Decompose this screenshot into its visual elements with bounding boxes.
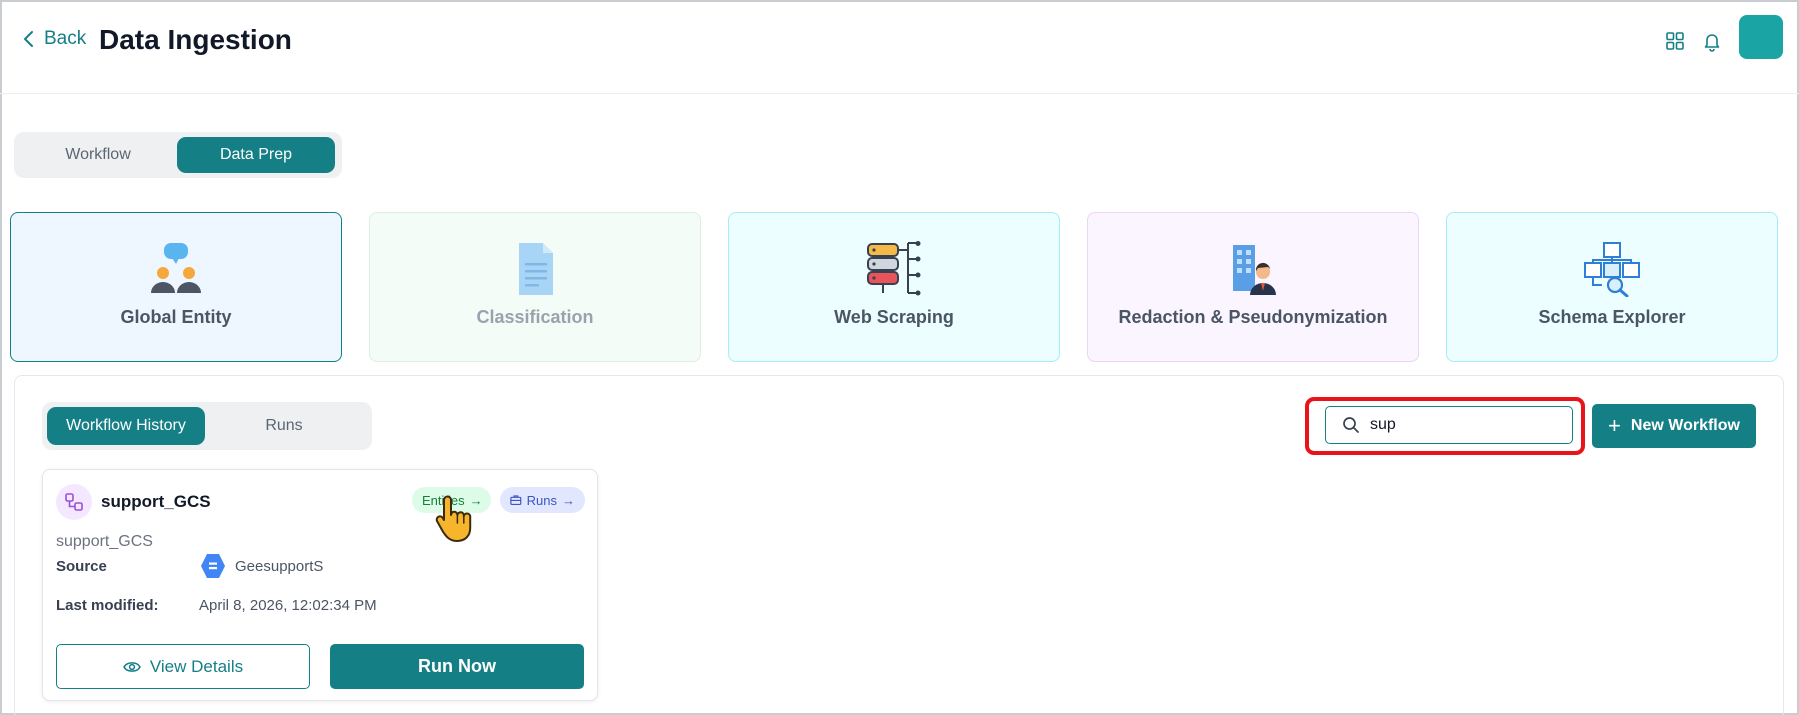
new-workflow-label: New Workflow <box>1630 417 1740 434</box>
source-label: Source <box>56 558 107 575</box>
last-modified-label: Last modified: <box>56 597 159 614</box>
schema-search-icon <box>1584 242 1640 297</box>
eye-icon <box>123 661 141 672</box>
hand-pointer-icon <box>435 495 472 542</box>
tab-runs[interactable]: Runs <box>205 407 363 445</box>
tile-label: Global Entity <box>120 307 232 327</box>
source-value: GeesupportS <box>235 558 324 575</box>
last-modified-value: April 8, 2026, 12:02:34 PM <box>199 597 377 614</box>
people-chat-icon <box>151 243 201 293</box>
tab-data-prep[interactable]: Data Prep <box>177 137 335 173</box>
new-workflow-button[interactable]: + New Workflow <box>1592 404 1756 448</box>
arrow-right-icon: → <box>562 492 575 508</box>
tile-label: Redaction & Pseudonymization <box>1118 307 1388 327</box>
tile-web-scraping[interactable]: Web Scraping <box>728 212 1060 362</box>
chevron-left-icon <box>24 31 33 47</box>
search-icon <box>1343 417 1359 433</box>
mode-toggle: Workflow Data Prep <box>14 132 342 178</box>
database-network-icon <box>867 241 921 296</box>
history-toggle: Workflow History Runs <box>42 402 372 450</box>
bell-icon[interactable] <box>1701 30 1723 52</box>
document-icon <box>519 243 553 295</box>
page-title: Data Ingestion <box>99 24 292 55</box>
run-now-button[interactable]: Run Now <box>330 644 584 689</box>
tile-label: Schema Explorer <box>1538 307 1686 327</box>
run-now-label: Run Now <box>418 656 496 676</box>
workflow-icon <box>56 484 92 520</box>
plus-icon: + <box>1608 413 1621 438</box>
briefcase-icon <box>510 495 522 506</box>
tile-label: Web Scraping <box>834 307 954 327</box>
back-button[interactable]: Back <box>22 28 86 50</box>
tile-classification[interactable]: Classification <box>369 212 701 362</box>
tile-redaction-pseudonymization[interactable]: Redaction & Pseudonymization <box>1087 212 1419 362</box>
view-details-button[interactable]: View Details <box>56 644 310 689</box>
workflow-description: support_GCS <box>56 533 153 550</box>
tile-global-entity[interactable]: Global Entity <box>10 212 342 362</box>
avatar[interactable] <box>1739 15 1783 59</box>
runs-chip[interactable]: Runs → <box>500 487 585 513</box>
tab-workflow-history[interactable]: Workflow History <box>47 407 205 445</box>
runs-chip-label: Runs <box>526 492 557 508</box>
grid-icon[interactable] <box>1664 30 1686 52</box>
workflow-name: support_GCS <box>101 492 211 511</box>
workflow-card: support_GCS Entities → Runs → support_GC… <box>42 469 598 701</box>
search-box[interactable] <box>1325 406 1573 444</box>
view-details-label: View Details <box>149 656 244 676</box>
tab-workflow[interactable]: Workflow <box>19 137 177 173</box>
tile-schema-explorer[interactable]: Schema Explorer <box>1446 212 1778 362</box>
gcs-logo-icon <box>201 554 225 578</box>
page-header: Back Data Ingestion <box>0 0 1799 94</box>
search-input[interactable] <box>1370 416 1550 434</box>
tile-label: Classification <box>476 307 594 327</box>
back-label: Back <box>44 28 87 49</box>
building-person-icon <box>1233 245 1276 295</box>
